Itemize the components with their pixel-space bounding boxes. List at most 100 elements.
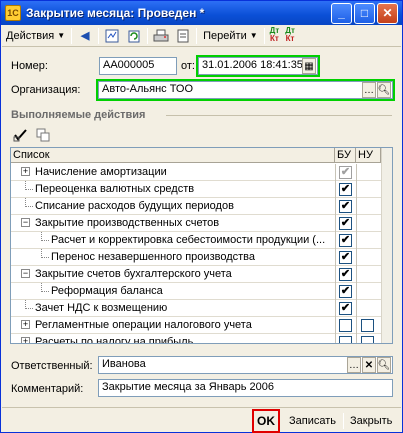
grid-row-label: Реформация баланса	[51, 285, 163, 297]
tree-connector	[25, 198, 33, 207]
print-button[interactable]	[150, 27, 172, 45]
collapse-icon[interactable]: −	[21, 218, 30, 227]
post-button[interactable]	[101, 27, 123, 45]
column-divider	[356, 164, 357, 343]
organization-field[interactable]: Авто-Альянс ТОО	[96, 79, 395, 101]
nu-checkbox[interactable]	[361, 336, 374, 343]
tree-connector	[41, 283, 49, 292]
unpost-button[interactable]	[172, 27, 194, 45]
save-button[interactable]: Записать	[285, 411, 340, 431]
grid-scrollbar[interactable]	[381, 148, 392, 343]
repost-button[interactable]	[123, 27, 145, 45]
bu-checkbox[interactable]	[339, 336, 352, 343]
bu-checkbox[interactable]: ✔	[339, 234, 352, 247]
comment-field[interactable]: Закрытие месяца за Январь 2006	[98, 379, 393, 397]
ellipsis-icon: …	[364, 84, 374, 96]
grid-row[interactable]: + Расчеты по налогу на прибыль	[11, 334, 381, 344]
bu-checkbox[interactable]: ✔	[339, 285, 352, 298]
dt-kt-n-button[interactable]: Дт Кт	[282, 26, 298, 45]
magnifier-icon: 🔍︎	[377, 84, 391, 96]
calendar-button[interactable]: ▦	[302, 58, 316, 74]
organization-open-button[interactable]: 🔍︎	[377, 82, 391, 98]
collapse-icon[interactable]: −	[21, 269, 30, 278]
uncheck-all-icon	[35, 128, 51, 145]
bu-checkbox[interactable]: ✔	[339, 183, 352, 196]
grid-row[interactable]: Реформация баланса ✔	[11, 283, 381, 300]
responsible-select-button[interactable]: …	[347, 357, 361, 373]
expand-icon[interactable]: +	[21, 320, 30, 329]
expand-icon[interactable]: +	[21, 167, 30, 176]
grid-row-label: Зачет НДС к возмещению	[35, 302, 168, 314]
bu-checkbox[interactable]: ✔	[339, 251, 352, 264]
title-bar[interactable]: 1С Закрытие месяца: Проведен * _ □ ✕	[1, 1, 402, 25]
clear-x-icon: ✕	[364, 359, 374, 371]
grid-row[interactable]: − Закрытие счетов бухгалтерского учета ✔	[11, 266, 381, 283]
grid-row[interactable]: Зачет НДС к возмещению ✔	[11, 300, 381, 317]
grid-row-label: Начисление амортизации	[35, 166, 167, 178]
column-header-bu[interactable]: БУ	[335, 148, 356, 163]
footer-separator	[343, 413, 344, 429]
toolbar-separator	[263, 27, 265, 44]
date-from-label: от:	[181, 60, 195, 72]
grid-row[interactable]: Расчет и корректировка себестоимости про…	[11, 232, 381, 249]
check-all-button[interactable]	[13, 128, 29, 144]
bu-checkbox[interactable]: ✔	[339, 200, 352, 213]
bu-checkbox[interactable]	[339, 319, 352, 332]
column-header-list[interactable]: Список	[11, 148, 335, 163]
grid-row[interactable]: Перенос незавершенного производства ✔	[11, 249, 381, 266]
bu-checkbox[interactable]: ✔	[339, 268, 352, 281]
grid-row[interactable]: − Закрытие производственных счетов ✔	[11, 215, 381, 232]
date-field[interactable]: 31.01.2006 18:41:35	[196, 55, 320, 77]
expand-icon[interactable]: +	[21, 337, 30, 343]
footer-bar: OK Записать Закрыть	[2, 407, 401, 433]
bu-checkbox[interactable]: ✔	[339, 166, 352, 179]
organization-select-button[interactable]: …	[362, 82, 376, 98]
minimize-button[interactable]: _	[331, 2, 352, 24]
dt-kt-button[interactable]: Дт Кт	[267, 26, 283, 45]
uncheck-all-button[interactable]	[35, 128, 51, 144]
close-button[interactable]: Закрыть	[346, 411, 396, 431]
goto-menu[interactable]: Перейти ▼	[199, 27, 262, 45]
tree-connector	[41, 249, 49, 258]
comment-label: Комментарий:	[11, 383, 84, 395]
grid-row-label: Регламентные операции налогового учета	[35, 319, 252, 331]
number-label: Номер:	[11, 60, 48, 72]
column-header-nu[interactable]: НУ	[356, 148, 381, 163]
close-window-button[interactable]: ✕	[377, 2, 398, 24]
grid-row[interactable]: Переоценка валютных средств ✔	[11, 181, 381, 198]
kt-label: Кт	[285, 33, 295, 43]
toolbar-separator	[196, 27, 198, 44]
document-window: 1С Закрытие месяца: Проведен * _ □ ✕ Дей…	[0, 0, 403, 433]
tree-connector	[25, 181, 33, 190]
number-field[interactable]: АА000005	[99, 57, 177, 75]
check-all-icon	[13, 129, 29, 145]
toolbar-separator	[71, 27, 73, 44]
grid-row[interactable]: + Начисление амортизации ✔	[11, 164, 381, 181]
actions-menu[interactable]: Действия ▼	[2, 27, 69, 45]
grid-row-label: Переоценка валютных средств	[35, 183, 195, 195]
calendar-icon: ▦	[304, 60, 314, 72]
refresh-document-icon	[126, 28, 142, 44]
goto-menu-label: Перейти	[203, 29, 247, 42]
ok-button[interactable]: OK	[252, 409, 280, 433]
actions-grid[interactable]: Список БУ НУ + Начисление амортизации ✔ Пер…	[10, 147, 393, 344]
grid-row-label: Закрытие счетов бухгалтерского учета	[35, 268, 232, 280]
section-title: Выполняемые действия	[11, 109, 146, 121]
grid-row-label: Расчет и корректировка себестоимости про…	[51, 234, 326, 246]
app-icon: 1С	[5, 5, 21, 21]
grid-header: Список БУ НУ	[11, 148, 392, 163]
grid-row-label: Расчеты по налогу на прибыль	[35, 336, 194, 344]
tree-connector	[25, 300, 33, 309]
maximize-button[interactable]: □	[354, 2, 375, 24]
arrow-left-icon: ◀	[80, 30, 90, 42]
nu-checkbox[interactable]	[361, 319, 374, 332]
bu-checkbox[interactable]: ✔	[339, 217, 352, 230]
tree-back-button[interactable]: ◀	[74, 27, 96, 45]
grid-row[interactable]: Списание расходов будущих периодов ✔	[11, 198, 381, 215]
grid-row[interactable]: + Регламентные операции налогового учета	[11, 317, 381, 334]
responsible-open-button[interactable]: 🔍︎	[377, 357, 391, 373]
bu-checkbox[interactable]: ✔	[339, 302, 352, 315]
toolbar-separator	[147, 27, 149, 44]
responsible-clear-button[interactable]: ✕	[362, 357, 376, 373]
grid-row-label: Закрытие производственных счетов	[35, 217, 220, 229]
